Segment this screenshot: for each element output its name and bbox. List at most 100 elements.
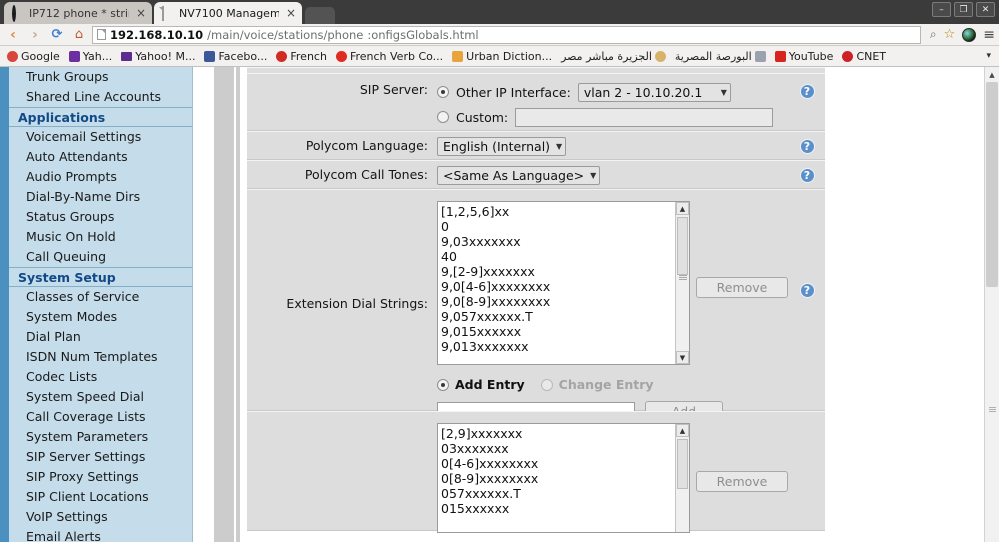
scroll-up-icon[interactable]: ▲ xyxy=(676,202,689,215)
sidebar-item-system-speed-dial[interactable]: System Speed Dial xyxy=(9,387,192,407)
polycom-language-select[interactable]: English (Internal) ▼ xyxy=(437,136,567,156)
reload-icon[interactable]: ⟳ xyxy=(48,28,66,41)
browser-tab-2[interactable]: NV7100 Management Int × xyxy=(154,2,302,24)
sip-server-custom-radio[interactable] xyxy=(437,111,449,123)
remove-button-2[interactable]: Remove xyxy=(696,471,788,492)
bookmark-item[interactable]: YouTube xyxy=(772,50,837,63)
bookmark-item[interactable]: Google xyxy=(4,50,63,63)
bookmark-item[interactable]: البورصة المصرية xyxy=(672,50,769,63)
sidebar-item-system-parameters[interactable]: System Parameters xyxy=(9,427,192,447)
bookmark-item[interactable]: الجزيرة مباشر مصر xyxy=(558,50,669,63)
forward-icon[interactable]: › xyxy=(26,28,44,42)
sip-server-other-radio[interactable] xyxy=(437,86,449,98)
sidebar-item-sip-server-settings[interactable]: SIP Server Settings xyxy=(9,447,192,467)
list-item[interactable]: 03xxxxxxx xyxy=(441,441,689,456)
sidebar-item-audio-prompts[interactable]: Audio Prompts xyxy=(9,167,192,187)
sidebar-item-call-coverage-lists[interactable]: Call Coverage Lists xyxy=(9,407,192,427)
polycom-call-tones-select[interactable]: <Same As Language> ▼ xyxy=(437,165,601,185)
sidebar-item-sip-client-locations[interactable]: SIP Client Locations xyxy=(9,487,192,507)
minimize-button[interactable]: – xyxy=(932,2,951,17)
sidebar-item-sip-proxy-settings[interactable]: SIP Proxy Settings xyxy=(9,467,192,487)
hamburger-menu-icon[interactable]: ≡ xyxy=(983,28,995,42)
sidebar-item-voip-settings[interactable]: VoIP Settings xyxy=(9,507,192,527)
sidebar-item-email-alerts[interactable]: Email Alerts xyxy=(9,527,192,542)
list-item[interactable]: 40 xyxy=(441,249,689,264)
new-tab-button[interactable] xyxy=(305,7,335,24)
list-item[interactable]: [1,2,5,6]xx xyxy=(441,204,689,219)
sip-server-help[interactable]: ? xyxy=(789,84,825,99)
bookmarks-overflow-icon[interactable]: ▾ xyxy=(986,51,995,61)
maximize-button[interactable]: ❐ xyxy=(954,2,973,17)
page-info-icon[interactable] xyxy=(97,29,106,40)
extension-dial-strings-listbox[interactable]: [1,2,5,6]xx 0 9,03xxxxxxx 40 9,[2-9]xxxxxxx 9… xyxy=(437,201,690,365)
listbox-scroll-thumb[interactable] xyxy=(677,217,688,275)
listbox-scrollbar[interactable]: ▲ ▼ xyxy=(675,202,689,364)
page-scroll-up-icon[interactable]: ▲ xyxy=(985,67,999,82)
list-item[interactable]: 0 xyxy=(441,219,689,234)
list-item[interactable]: 9,013xxxxxxx xyxy=(441,339,689,354)
home-icon[interactable]: ⌂ xyxy=(70,28,88,41)
sidebar-item-music-on-hold[interactable]: Music On Hold xyxy=(9,227,192,247)
scroll-down-icon[interactable]: ▼ xyxy=(676,351,689,364)
page-scroll-thumb[interactable] xyxy=(986,82,998,287)
bookmark-item[interactable]: Yah... xyxy=(66,50,115,63)
help-icon[interactable]: ? xyxy=(799,139,815,154)
list-item[interactable]: 015xxxxxx xyxy=(441,501,689,516)
browser-tab-1[interactable]: IP712 phone * string auto × xyxy=(4,2,152,24)
listbox-scrollbar-2[interactable]: ▲ xyxy=(675,424,689,532)
sidebar-item-shared-line-accounts[interactable]: Shared Line Accounts xyxy=(9,87,192,107)
search-icon[interactable]: ⌕ xyxy=(930,27,937,42)
sidebar-item-auto-attendants[interactable]: Auto Attendants xyxy=(9,147,192,167)
sidebar-item-voicemail-settings[interactable]: Voicemail Settings xyxy=(9,127,192,147)
list-item[interactable]: 9,0[4-6]xxxxxxxx xyxy=(441,279,689,294)
bookmark-item[interactable]: CNET xyxy=(839,50,889,63)
bookmark-item[interactable]: French Verb Co... xyxy=(333,50,446,63)
sidebar-item-dial-by-name-dirs[interactable]: Dial-By-Name Dirs xyxy=(9,187,192,207)
sidebar-item-dial-plan[interactable]: Dial Plan xyxy=(9,327,192,347)
address-bar[interactable]: 192.168.10.10/main/voice/stations/phone:… xyxy=(92,25,921,44)
shared-line-dial-strings-listbox[interactable]: [2,9]xxxxxxx 03xxxxxxx 0[4-6]xxxxxxxx 0[8-9… xyxy=(437,423,690,533)
sip-server-custom-input[interactable] xyxy=(515,107,774,127)
close-button[interactable]: ✕ xyxy=(976,2,995,17)
change-entry-radio[interactable] xyxy=(540,378,553,391)
list-item[interactable]: [2,9]xxxxxxx xyxy=(441,426,689,441)
list-item[interactable]: 057xxxxxx.T xyxy=(441,486,689,501)
bookmark-item[interactable]: Yahoo! M... xyxy=(118,50,198,63)
browser-tab-2-close-icon[interactable]: × xyxy=(284,7,296,19)
page-scrollbar[interactable]: ▲ xyxy=(984,67,999,542)
browser-tab-1-close-icon[interactable]: × xyxy=(134,7,146,19)
help-icon[interactable]: ? xyxy=(799,168,815,183)
extension-dial-strings-help[interactable]: ? xyxy=(789,283,825,298)
list-item[interactable]: 0[8-9]xxxxxxxx xyxy=(441,471,689,486)
sidebar-item-isdn-num-templates[interactable]: ISDN Num Templates xyxy=(9,347,192,367)
list-item[interactable]: 9,03xxxxxxx xyxy=(441,234,689,249)
sidebar-item-call-queuing[interactable]: Call Queuing xyxy=(9,247,192,267)
help-icon[interactable]: ? xyxy=(799,283,815,298)
remove-button[interactable]: Remove xyxy=(696,277,788,298)
bookmark-item[interactable]: French xyxy=(273,50,330,63)
sidebar-item-codec-lists[interactable]: Codec Lists xyxy=(9,367,192,387)
polycom-language-help[interactable]: ? xyxy=(789,139,825,154)
add-entry-radio[interactable] xyxy=(437,378,449,391)
bookmark-item[interactable]: Facebo... xyxy=(201,50,270,63)
sidebar-section-applications: Applications xyxy=(9,107,192,127)
list-item[interactable]: 0[4-6]xxxxxxxx xyxy=(441,456,689,471)
sidebar-item-status-groups[interactable]: Status Groups xyxy=(9,207,192,227)
bookmark-star-icon[interactable]: ☆ xyxy=(944,27,956,42)
list-item[interactable]: 9,057xxxxxx.T xyxy=(441,309,689,324)
sidebar-item-classes-of-service[interactable]: Classes of Service xyxy=(9,287,192,307)
red-dot-icon xyxy=(276,50,288,62)
back-icon[interactable]: ‹ xyxy=(4,28,22,42)
bookmark-item[interactable]: Urban Diction... xyxy=(449,50,555,63)
listbox-scroll-thumb-2[interactable] xyxy=(677,439,688,489)
list-item[interactable]: 9,0[8-9]xxxxxxxx xyxy=(441,294,689,309)
scroll-up-icon[interactable]: ▲ xyxy=(676,424,689,437)
sidebar-item-system-modes[interactable]: System Modes xyxy=(9,307,192,327)
sip-server-interface-select[interactable]: vlan 2 - 10.10.20.1 ▼ xyxy=(577,82,731,102)
sidebar-item-trunk-groups[interactable]: Trunk Groups xyxy=(9,67,192,87)
list-item[interactable]: 9,[2-9]xxxxxxx xyxy=(441,264,689,279)
polycom-call-tones-help[interactable]: ? xyxy=(789,168,825,183)
list-item[interactable]: 9,015xxxxxx xyxy=(441,324,689,339)
help-icon[interactable]: ? xyxy=(799,84,815,99)
avatar[interactable] xyxy=(962,27,977,42)
